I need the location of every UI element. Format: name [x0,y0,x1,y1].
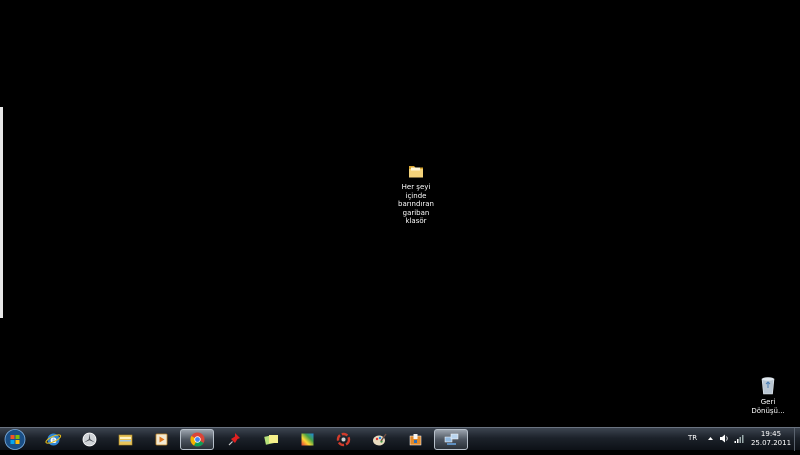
recycle-bin-icon [761,377,775,395]
clock-date: 25.07.2011 [750,439,792,447]
recycle-bin[interactable]: Geri Dönüşü... [748,375,788,415]
volume-icon[interactable] [719,433,730,444]
color-palette-icon [301,433,313,446]
taskbar-network-app[interactable] [434,429,468,450]
clock[interactable]: 19:45 25.07.2011 [749,430,793,448]
paint-palette-icon [372,433,387,446]
taskbar-pushpin-app[interactable] [217,429,251,450]
folder-label: Her şeyi içinde barındıran gariban klasö… [398,183,434,225]
show-hidden-icons-icon[interactable] [707,435,714,442]
sticky-notes-icon [263,435,278,445]
taskbar-circle-app[interactable] [326,429,360,450]
chrome-icon [189,432,204,447]
media-player-icon [155,433,167,446]
mercedes-star-icon [82,432,96,447]
taskbar-mercedes-app[interactable] [72,429,106,450]
taskbar-windows-explorer[interactable] [108,429,142,450]
taskbar-box-app[interactable] [398,429,432,450]
pushpin-icon [228,433,240,446]
network-signal-icon[interactable] [734,433,744,444]
show-desktop-button[interactable] [794,428,800,451]
folder-icon [409,166,423,178]
internet-explorer-icon: e [44,433,61,446]
network-computers-icon [444,433,458,445]
clock-time: 19:45 [760,430,782,438]
desktop-folder[interactable]: Her şeyi içinde barındıran gariban klasö… [393,162,439,226]
taskbar-media-player[interactable] [144,429,178,450]
taskbar-color-app[interactable] [290,429,324,450]
language-indicator[interactable]: TR [688,434,697,442]
windows-logo-icon [4,429,26,450]
start-button[interactable] [3,428,27,451]
recycle-bin-label: Geri Dönüşü... [751,398,785,415]
taskbar-google-chrome[interactable] [180,429,214,450]
package-icon [409,434,421,446]
taskbar-sticky-notes[interactable] [254,429,288,450]
system-tray: TR 19:45 25.07.2011 [680,428,800,451]
explorer-folder-icon [118,434,132,446]
side-gadget-bar [0,107,3,318]
ring-app-icon [336,432,350,447]
taskbar: e TR 19:45 25.07.2011 [0,427,800,451]
taskbar-paint-app[interactable] [362,429,396,450]
desktop: Her şeyi içinde barındıran gariban klasö… [0,0,800,427]
taskbar-internet-explorer[interactable]: e [36,429,70,450]
